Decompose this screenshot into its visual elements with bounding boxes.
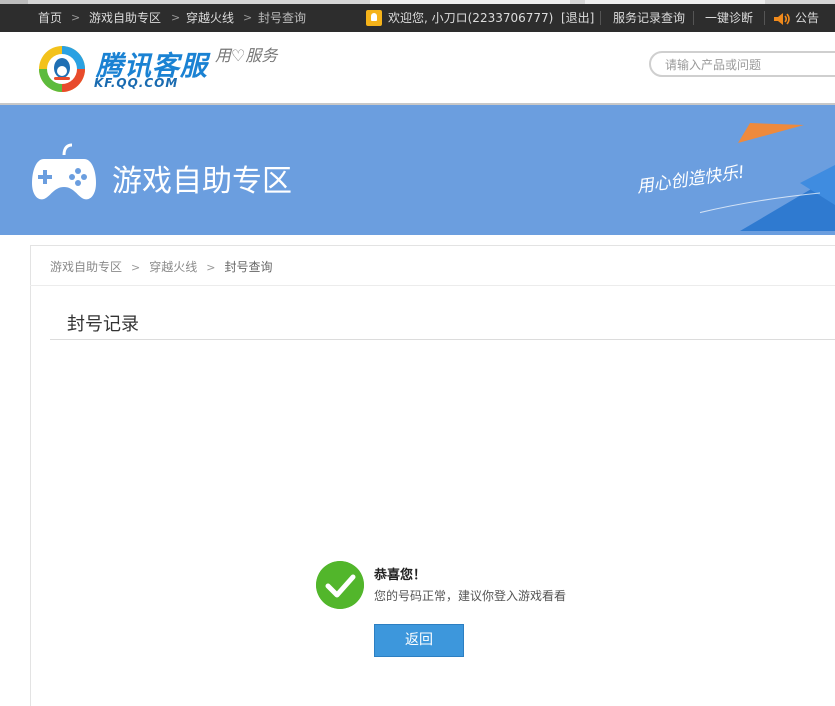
tencent-logo-icon[interactable]	[37, 44, 87, 94]
banner-title: 游戏自助专区	[112, 164, 292, 199]
nav-current: 封号查询	[258, 11, 307, 25]
top-nav-bar: 首页 > 游戏自助专区 > 穿越火线 > 封号查询 欢迎您, 小刀ロ(22337…	[0, 4, 835, 32]
gamepad-icon	[32, 143, 96, 200]
header-slogan: 用♡服务	[215, 46, 278, 65]
nav-separator: >	[71, 11, 81, 24]
panel-divider	[30, 285, 835, 286]
banner: 游戏自助专区 用心创造快乐!	[0, 105, 835, 235]
nav-separator: >	[243, 11, 253, 24]
breadcrumb-current: 封号查询	[224, 260, 273, 274]
divider	[600, 11, 601, 25]
nav-separator: >	[171, 11, 181, 24]
nav-cf-link[interactable]: 穿越火线	[186, 4, 234, 32]
breadcrumb: 游戏自助专区 > 穿越火线 > 封号查询	[50, 258, 272, 275]
divider	[764, 11, 765, 25]
service-records-link[interactable]: 服务记录查询	[613, 4, 685, 32]
breadcrumb-separator: >	[131, 261, 141, 274]
search-input[interactable]	[663, 55, 835, 75]
check-icon	[316, 561, 364, 609]
section-divider	[50, 339, 835, 340]
search-box[interactable]	[649, 51, 835, 77]
user-icon	[366, 10, 382, 26]
result-title: 恭喜您！	[374, 568, 427, 583]
divider	[693, 11, 694, 25]
welcome-text: 欢迎您, 小刀ロ(2233706777)	[388, 11, 554, 25]
diagnose-link[interactable]: 一键诊断	[705, 4, 753, 32]
nav-home-link[interactable]: 首页	[38, 4, 62, 32]
logo-domain: KF.QQ.COM	[94, 76, 179, 90]
notice-link[interactable]: 公告	[795, 4, 819, 32]
logout-link[interactable]: [退出]	[561, 4, 594, 32]
breadcrumb-item[interactable]: 穿越火线	[149, 258, 197, 275]
section-title: 封号记录	[67, 314, 139, 335]
breadcrumb-item[interactable]: 游戏自助专区	[50, 258, 122, 275]
nav-game-zone-link[interactable]: 游戏自助专区	[89, 4, 161, 32]
breadcrumb-separator: >	[206, 261, 216, 274]
back-button[interactable]: 返回	[374, 624, 464, 657]
result-message: 您的号码正常，建议你登入游戏看看	[374, 589, 567, 603]
speaker-icon	[774, 13, 790, 25]
